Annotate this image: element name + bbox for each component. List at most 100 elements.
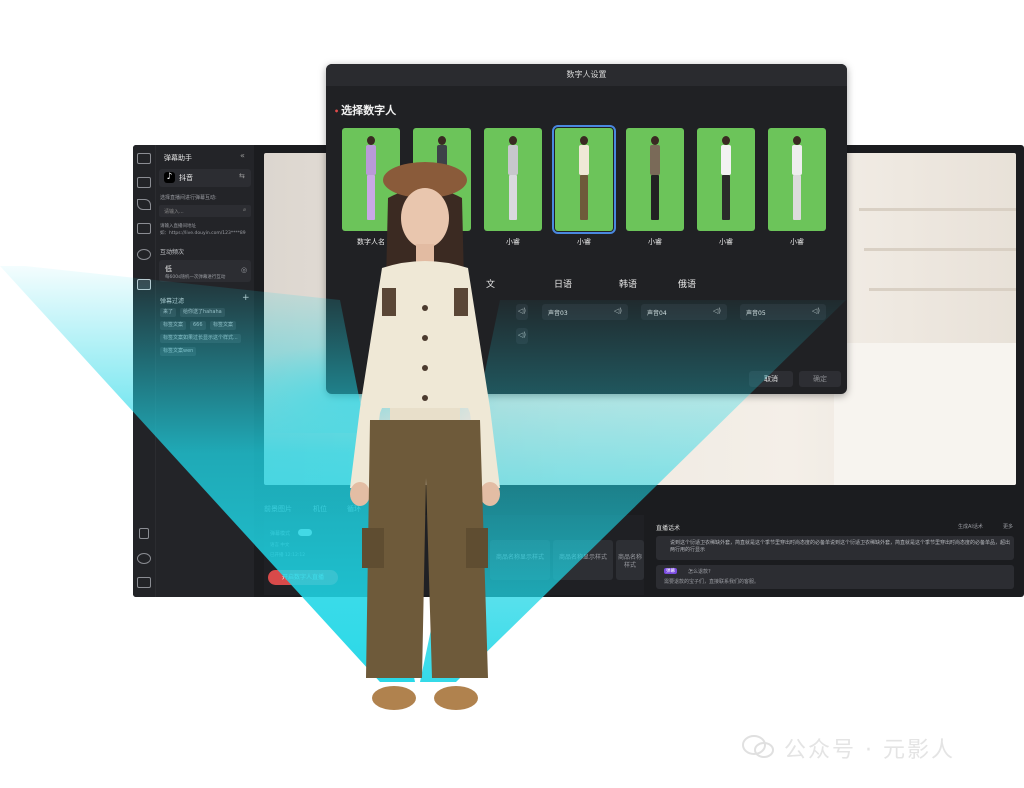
filter-tag[interactable]: 给你送了hahaha bbox=[180, 308, 225, 317]
shelf bbox=[859, 208, 1016, 211]
gear-icon[interactable] bbox=[137, 553, 151, 564]
counter bbox=[834, 343, 1016, 485]
generate-ai-button[interactable]: 生成AI话术 bbox=[958, 523, 983, 530]
swap-icon[interactable]: ⇆ bbox=[239, 172, 245, 180]
add-filter-button[interactable]: + bbox=[242, 293, 250, 303]
avatar-head bbox=[509, 136, 517, 145]
cargo-pocket bbox=[466, 528, 488, 568]
watermark: 公众号 · 元影人 bbox=[742, 728, 1002, 768]
left-rail bbox=[133, 145, 156, 597]
avatar-head bbox=[793, 136, 801, 145]
section-title-text: 选择数字人 bbox=[341, 104, 397, 117]
avatar-name: 小睿 bbox=[577, 238, 591, 246]
radio-icon[interactable]: ◎ bbox=[241, 266, 247, 274]
avatar-card[interactable] bbox=[768, 128, 826, 231]
filter-tag[interactable]: 标签文案wen bbox=[160, 347, 197, 356]
room-hint-1: 请输入直播间地址 bbox=[160, 224, 196, 229]
room-input-placeholder: 请输入... bbox=[164, 209, 184, 215]
cancel-button[interactable]: 取消 bbox=[749, 371, 793, 387]
start-live-button[interactable]: 开启数字人直播 bbox=[268, 570, 338, 585]
script-message-text: 说到这个衍适卫衣稀缺外套，简直就是这个季节里穿出时尚态度的必备单说到这个衍适卫衣… bbox=[670, 540, 1011, 553]
voice-item[interactable]: 声音05 ◁) bbox=[740, 304, 826, 320]
voice-label: 声音04 bbox=[647, 310, 667, 317]
filter-tag[interactable]: 标签文案 bbox=[210, 321, 237, 330]
filter-tag[interactable]: 666 bbox=[190, 321, 206, 330]
avatar-legs bbox=[580, 175, 588, 220]
product-card[interactable]: 商品名称显示样式 bbox=[553, 540, 613, 580]
lang-option[interactable]: 日语 bbox=[554, 277, 572, 290]
platform-selector[interactable]: ♪ 抖音 ⇆ bbox=[159, 169, 251, 187]
shoe bbox=[434, 686, 478, 710]
ai-timer-icon[interactable] bbox=[137, 249, 151, 260]
shapes-icon[interactable] bbox=[137, 199, 151, 210]
freq-label: 互动频次 bbox=[160, 249, 185, 256]
voice-item[interactable]: 声音03 ◁) bbox=[542, 304, 628, 320]
tab-camera[interactable]: 机位 bbox=[313, 504, 327, 514]
avatar-name: 小睿 bbox=[719, 238, 733, 246]
freq-desc: 每600s随机一次弹幕进行互动 bbox=[165, 275, 226, 280]
filter-tag[interactable]: 标签文案 bbox=[160, 321, 187, 330]
required-dot: • bbox=[334, 107, 340, 116]
lang-option[interactable]: 俄语 bbox=[678, 277, 696, 290]
tiktok-icon: ♪ bbox=[164, 172, 175, 183]
monitor-icon[interactable] bbox=[137, 223, 151, 234]
script-message[interactable]: 说到这个衍适卫衣稀缺外套，简直就是这个季节里穿出时尚态度的必备单说到这个衍适卫衣… bbox=[656, 536, 1014, 560]
shoulder-patch bbox=[454, 288, 468, 316]
voice-label: 声音03 bbox=[548, 310, 568, 317]
avatar-name: 小睿 bbox=[790, 238, 804, 246]
avatar-torso bbox=[792, 145, 802, 175]
avatar-head bbox=[651, 136, 659, 145]
shoe bbox=[372, 686, 416, 710]
avatar-head bbox=[580, 136, 588, 145]
avatar-torso bbox=[650, 145, 660, 175]
filter-tag[interactable]: 来了 bbox=[160, 308, 177, 317]
tab-foreground[interactable]: 前景图片 bbox=[264, 504, 292, 514]
link-icon[interactable]: ⌀ bbox=[243, 207, 246, 213]
barrage-question: 怎么退款? bbox=[688, 569, 711, 575]
collapse-icon[interactable]: « bbox=[240, 151, 245, 160]
avatar-figure bbox=[721, 136, 731, 224]
phone-icon[interactable] bbox=[139, 528, 149, 539]
room-hint-2: 如：https://live.douyin.com/123****89 bbox=[160, 231, 246, 236]
confirm-button[interactable]: 确定 bbox=[799, 371, 841, 387]
filter-tag[interactable]: 标签文案如果过长显示这个样式... bbox=[160, 334, 241, 343]
avatar-card[interactable] bbox=[697, 128, 755, 231]
shelf bbox=[864, 248, 1016, 251]
barrage-reply[interactable]: 弹幕 怎么退款? 需要退款的宝子们，直接联系我们的客服。 bbox=[656, 565, 1014, 589]
avatar-legs bbox=[793, 175, 801, 220]
more-button[interactable]: 更多 bbox=[1003, 523, 1013, 530]
shelf bbox=[869, 288, 1016, 291]
wechat-icon bbox=[742, 735, 774, 758]
face bbox=[401, 188, 449, 248]
room-input[interactable]: 请输入... ⌀ bbox=[159, 205, 251, 217]
cargo-pocket bbox=[362, 528, 384, 568]
platform-label: 抖音 bbox=[179, 174, 193, 182]
avatar-legs bbox=[651, 175, 659, 220]
shoulder-patch bbox=[382, 288, 396, 316]
script-title: 直播话术 bbox=[656, 525, 681, 532]
duration-label: 已开播 12:12:12 bbox=[270, 553, 306, 558]
speaker-icon[interactable]: ◁) bbox=[614, 307, 622, 315]
voice-item[interactable]: 声音04 ◁) bbox=[641, 304, 727, 320]
freq-value: 低 bbox=[165, 265, 172, 273]
avatar-figure bbox=[650, 136, 660, 224]
caption-icon[interactable] bbox=[137, 177, 151, 188]
avatar-card[interactable] bbox=[552, 125, 616, 234]
avatar-legs bbox=[722, 175, 730, 220]
barrage-icon[interactable] bbox=[137, 279, 151, 290]
script-panel: 直播话术 生成AI话术 更多 说到这个衍适卫衣稀缺外套，简直就是这个季节里穿出时… bbox=[648, 517, 1020, 595]
speaker-icon[interactable]: ◁) bbox=[812, 307, 820, 315]
lang-option[interactable]: 韩语 bbox=[619, 277, 637, 290]
barrage-toggle[interactable] bbox=[298, 529, 312, 536]
freq-selector[interactable]: 低 每600s随机一次弹幕进行互动 ◎ bbox=[159, 260, 251, 282]
avatar-card[interactable] bbox=[626, 128, 684, 231]
speaker-icon[interactable]: ◁) bbox=[713, 307, 721, 315]
video-icon[interactable] bbox=[137, 153, 151, 164]
avatar-name: 小睿 bbox=[648, 238, 662, 246]
button bbox=[422, 305, 428, 311]
barrage-tag: 弹幕 bbox=[664, 568, 677, 574]
support-icon[interactable] bbox=[137, 577, 151, 588]
choose-room-label: 选择直播间进行弹幕互动: bbox=[160, 195, 217, 201]
digital-human-presenter bbox=[350, 162, 500, 710]
product-card[interactable]: 商品名称样式 bbox=[616, 540, 644, 580]
